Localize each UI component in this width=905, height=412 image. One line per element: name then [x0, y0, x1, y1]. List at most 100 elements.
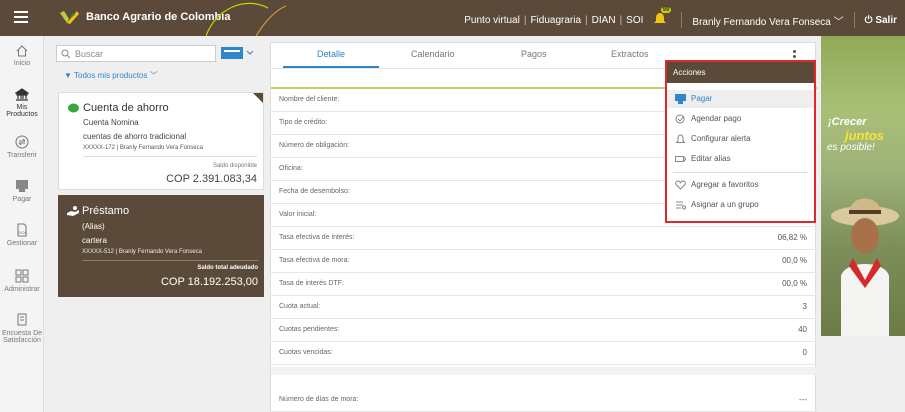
farmer-illustration	[831, 198, 899, 336]
user-menu[interactable]: Branly Fernando Vera Fonseca ﹀	[692, 13, 843, 28]
nav-encuesta[interactable]: Encuesta De Satisfacción	[0, 312, 44, 344]
detail-label: Valor inicial:	[279, 211, 317, 218]
actions-menu: Acciones Pagar Agendar pago Configurar a…	[665, 60, 816, 223]
card-corner-marker	[253, 93, 263, 103]
menu-item-label: Asignar a un grupo	[691, 200, 759, 209]
svg-text:DOC: DOC	[19, 230, 28, 235]
actions-menu-title: Acciones	[667, 62, 814, 83]
nav-mis-productos[interactable]: Mis Productos	[0, 88, 44, 118]
product-title: Cuenta de ahorro	[83, 102, 169, 114]
menu-item-pagar[interactable]: Pagar	[667, 90, 814, 108]
user-name: Branly Fernando Vera Fonseca	[692, 16, 831, 28]
detail-label: Tipo de crédito:	[279, 119, 327, 126]
menu-item-label: Agendar pago	[691, 114, 742, 123]
filter-icon: ▼	[64, 71, 72, 80]
nav-label: Pagar	[12, 196, 32, 203]
pay-icon	[675, 94, 686, 104]
tab-extractos[interactable]: Extractos	[611, 49, 649, 59]
link-dian[interactable]: DIAN	[592, 15, 616, 26]
menu-icon[interactable]	[14, 11, 28, 23]
filter-dropdown[interactable]: ▼ Todos mis productos ﹀	[64, 70, 158, 81]
banner-line-2: juntos	[845, 128, 884, 143]
group-icon	[676, 201, 686, 210]
nav-administrar[interactable]: Administrar	[0, 268, 44, 293]
promo-banner[interactable]: ¡Crecer juntos es posible!	[821, 36, 905, 336]
detail-value: 40	[798, 325, 807, 334]
detail-value: 06,82 %	[777, 233, 807, 242]
nav-label: Mis Productos	[6, 104, 38, 118]
detail-label: Fecha de desembolso:	[279, 188, 350, 195]
menu-item-agregar-favoritos[interactable]: Agregar a favoritos	[667, 176, 814, 194]
menu-item-label: Agregar a favoritos	[691, 180, 759, 189]
product-subtitle: Cuenta Nomina	[83, 118, 139, 127]
detail-label: Nombre del cliente:	[279, 96, 340, 103]
tab-pagos[interactable]: Pagos	[521, 49, 547, 59]
view-toggle[interactable]	[221, 47, 255, 59]
menu-item-asignar-grupo[interactable]: Asignar a un grupo	[667, 196, 814, 214]
menu-item-label: Pagar	[691, 94, 713, 103]
heart-icon	[675, 180, 686, 190]
chevron-down-icon: ﹀	[833, 16, 844, 28]
search-input[interactable]: Buscar	[56, 45, 216, 62]
nav-transferir[interactable]: Transferir	[0, 134, 44, 159]
tab-calendario[interactable]: Calendario	[411, 49, 455, 59]
nav-inicio[interactable]: Inicio	[0, 44, 44, 67]
product-detail: XXXXX-512 | Branly Fernando Vera Fonseca	[82, 249, 202, 255]
section-gap	[271, 367, 817, 375]
detail-label: Número de obligación:	[279, 142, 350, 149]
detail-row: Cuotas pendientes: 40	[271, 319, 817, 342]
link-soi[interactable]: SOI	[626, 15, 643, 26]
product-detail: XXXXX-172 | Branly Fernando Vera Fonseca	[83, 145, 203, 151]
detail-label: Cuota actual:	[279, 303, 321, 310]
bank-icon	[15, 88, 29, 101]
detail-value: 0	[802, 348, 807, 357]
link-fiduagraria[interactable]: Fiduagraria	[530, 15, 581, 26]
detail-label: Tasa efectiva de interés:	[279, 234, 355, 241]
detail-label: Tasa efectiva de mora:	[279, 257, 350, 264]
product-subtitle: (Alias)	[82, 222, 105, 231]
brand-logo[interactable]: Banco Agrario de Colombia	[58, 9, 230, 25]
detail-row: Cuotas vencidas: 0	[271, 342, 817, 365]
detail-row: Cuota actual: 3	[271, 296, 817, 319]
bell-icon	[675, 134, 686, 143]
tab-detalle[interactable]: Detalle	[317, 49, 345, 59]
chevron-down-icon: ﹀	[149, 71, 158, 80]
edit-icon	[675, 156, 686, 162]
menu-item-label: Editar alias	[691, 154, 731, 163]
nav-label: Administrar	[4, 286, 40, 293]
menu-item-editar-alias[interactable]: Editar alias	[667, 150, 814, 168]
filter-label: Todos mis productos	[74, 71, 148, 80]
piggy-bank-icon	[68, 103, 79, 113]
nav-label: Encuesta De Satisfacción	[1, 330, 43, 344]
detail-value: 3	[802, 302, 807, 311]
nav-gestionar[interactable]: DOC Gestionar	[0, 222, 44, 247]
banner-line-3: es posible!	[827, 142, 875, 153]
power-icon: ⏻	[864, 14, 873, 26]
bank-logo-icon	[60, 11, 79, 24]
notification-badge: 99	[660, 7, 672, 13]
detail-row: Tasa efectiva de mora: 00,0 %	[271, 250, 817, 273]
balance-label: Saldo total adeudado	[197, 265, 258, 271]
balance-amount: COP 18.192.253,00	[160, 276, 258, 288]
product-title: Préstamo	[82, 205, 130, 217]
nav-label: Inicio	[13, 60, 31, 67]
logout-button[interactable]: ⏻ Salir	[865, 15, 897, 26]
menu-item-agendar-pago[interactable]: Agendar pago	[667, 110, 814, 128]
nav-pagar[interactable]: Pagar	[0, 178, 44, 203]
loan-hand-icon	[67, 206, 79, 216]
menu-item-configurar-alerta[interactable]: Configurar alerta	[667, 130, 814, 148]
detail-value: 00,0 %	[782, 279, 807, 288]
detail-label: Cuotas pendientes:	[279, 326, 340, 333]
detail-value: 00,0 %	[782, 256, 807, 265]
search-placeholder: Buscar	[75, 49, 104, 59]
survey-icon	[17, 313, 27, 326]
product-card-savings[interactable]: Cuenta de ahorro Cuenta Nomina cuentas d…	[58, 92, 264, 190]
manage-icon: DOC	[17, 223, 28, 237]
link-punto-virtual[interactable]: Punto virtual	[464, 15, 520, 26]
notifications-bell-icon[interactable]: 99	[653, 7, 672, 28]
top-bar: Banco Agrario de Colombia Punto virtual …	[0, 0, 905, 36]
detail-value: ---	[799, 395, 807, 404]
side-nav: Inicio Mis Productos Transferir Pagar DO…	[0, 36, 44, 412]
logout-label: Salir	[875, 14, 897, 26]
product-card-loan[interactable]: Préstamo (Alias) cartera XXXXX-512 | Bra…	[58, 195, 264, 297]
